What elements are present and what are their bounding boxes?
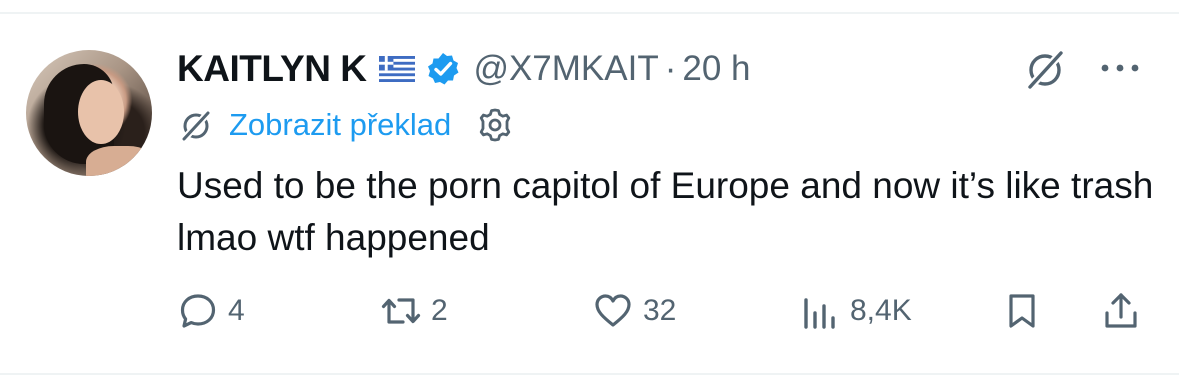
reply-button[interactable]: 4 <box>178 288 245 334</box>
grok-icon[interactable] <box>1022 46 1068 92</box>
translate-row: Zobrazit překlad <box>177 105 513 145</box>
avatar-shoulder <box>86 146 152 176</box>
share-button[interactable] <box>1101 288 1141 334</box>
verified-badge-icon[interactable] <box>425 51 461 87</box>
views-button[interactable]: 8,4K <box>800 288 912 334</box>
author-handle[interactable]: @X7MKAIT <box>473 49 658 89</box>
avatar-face <box>78 80 124 144</box>
views-count: 8,4K <box>850 294 912 327</box>
top-divider <box>0 12 1179 14</box>
retweet-button[interactable]: 2 <box>381 288 448 334</box>
avatar[interactable] <box>26 50 152 176</box>
show-translation-link[interactable]: Zobrazit překlad <box>229 107 451 143</box>
greece-flag-icon <box>379 56 416 82</box>
reply-count: 4 <box>228 294 245 327</box>
bottom-divider <box>0 373 1179 375</box>
like-count: 32 <box>643 294 677 327</box>
gear-icon[interactable] <box>477 107 513 143</box>
share-icon <box>1105 293 1137 328</box>
author-name[interactable]: KAITLYN K <box>177 48 367 90</box>
tweet-actions: 4 2 32 8,4K <box>0 288 1179 334</box>
tweet-text: Used to be the porn capitol of Europe an… <box>177 165 1154 258</box>
bookmark-button[interactable] <box>1002 288 1042 334</box>
retweet-icon <box>381 298 421 324</box>
views-icon <box>804 298 835 329</box>
reply-icon <box>180 294 216 328</box>
heart-icon <box>595 294 631 327</box>
separator-dot: · <box>664 49 677 88</box>
more-icon[interactable] <box>1098 58 1142 78</box>
translate-icon[interactable] <box>177 106 215 144</box>
bookmark-icon <box>1009 294 1035 328</box>
retweet-count: 2 <box>431 294 448 327</box>
timestamp[interactable]: 20 h <box>682 49 750 89</box>
like-button[interactable]: 32 <box>593 288 676 334</box>
tweet-header: KAITLYN K @X7MKAIT · 20 h <box>177 44 751 94</box>
